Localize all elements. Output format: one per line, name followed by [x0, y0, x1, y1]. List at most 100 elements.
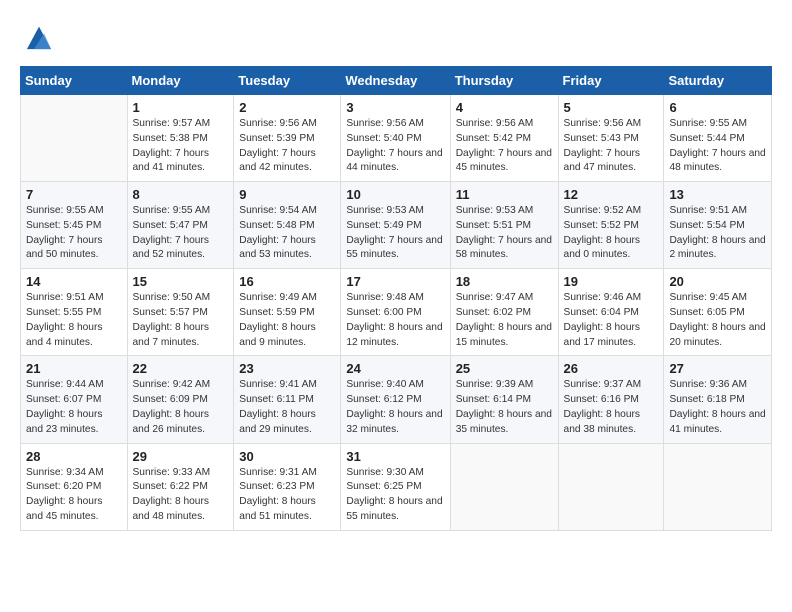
week-row-2: 7Sunrise: 9:55 AMSunset: 5:45 PMDaylight… — [21, 182, 772, 269]
day-cell: 26Sunrise: 9:37 AMSunset: 6:16 PMDayligh… — [558, 356, 664, 443]
day-cell: 12 Sunrise: 9:52 AMSunset: 5:52 PMDayligh… — [558, 182, 664, 269]
day-cell: 24Sunrise: 9:40 AMSunset: 6:12 PMDayligh… — [341, 356, 450, 443]
day-cell: 3Sunrise: 9:56 AMSunset: 5:40 PMDaylight… — [341, 95, 450, 182]
week-row-4: 21 Sunrise: 9:44 AMSunset: 6:07 PMDayligh… — [21, 356, 772, 443]
day-info: Sunrise: 9:45 AMSunset: 6:05 PMDaylight:… — [669, 291, 766, 350]
day-number: 18 — [456, 274, 553, 289]
day-cell — [558, 443, 664, 530]
day-cell: 11Sunrise: 9:53 AMSunset: 5:51 PMDayligh… — [450, 182, 558, 269]
header-cell-thursday: Thursday — [450, 67, 558, 95]
day-cell: 13Sunrise: 9:51 AMSunset: 5:54 PMDayligh… — [664, 182, 772, 269]
day-cell: 28 Sunrise: 9:34 AMSunset: 6:20 PMDayligh… — [21, 443, 128, 530]
day-cell: 25 Sunrise: 9:39 AMSunset: 6:14 PMDayligh… — [450, 356, 558, 443]
day-info: Sunrise: 9:53 AMSunset: 5:49 PMDaylight:… — [346, 204, 444, 263]
header — [20, 18, 772, 56]
day-info: Sunrise: 9:56 AMSunset: 5:40 PMDaylight:… — [346, 117, 444, 176]
day-info: Sunrise: 9:52 AMSunset: 5:52 PMDaylight:… — [564, 204, 659, 263]
week-row-1: 1 Sunrise: 9:57 AMSunset: 5:38 PMDaylight… — [21, 95, 772, 182]
day-number: 4 — [456, 100, 553, 115]
header-cell-tuesday: Tuesday — [234, 67, 341, 95]
header-cell-wednesday: Wednesday — [341, 67, 450, 95]
day-info: Sunrise: 9:46 AMSunset: 6:04 PMDaylight:… — [564, 291, 659, 350]
day-cell: 23 Sunrise: 9:41 AMSunset: 6:11 PMDayligh… — [234, 356, 341, 443]
day-cell: 22 Sunrise: 9:42 AMSunset: 6:09 PMDayligh… — [127, 356, 234, 443]
header-cell-friday: Friday — [558, 67, 664, 95]
day-number: 31 — [346, 449, 444, 464]
day-cell: 5 Sunrise: 9:56 AMSunset: 5:43 PMDaylight… — [558, 95, 664, 182]
day-number: 29 — [133, 449, 229, 464]
day-number: 23 — [239, 361, 335, 376]
day-number: 1 — [133, 100, 229, 115]
day-info: Sunrise: 9:42 AMSunset: 6:09 PMDaylight:… — [133, 378, 229, 437]
day-cell: 19 Sunrise: 9:46 AMSunset: 6:04 PMDayligh… — [558, 269, 664, 356]
day-number: 8 — [133, 187, 229, 202]
day-info: Sunrise: 9:33 AMSunset: 6:22 PMDaylight:… — [133, 466, 229, 525]
week-row-3: 14 Sunrise: 9:51 AMSunset: 5:55 PMDayligh… — [21, 269, 772, 356]
day-cell: 16 Sunrise: 9:49 AMSunset: 5:59 PMDayligh… — [234, 269, 341, 356]
logo — [20, 18, 64, 56]
day-number: 28 — [26, 449, 122, 464]
day-cell: 20 Sunrise: 9:45 AMSunset: 6:05 PMDayligh… — [664, 269, 772, 356]
day-info: Sunrise: 9:34 AMSunset: 6:20 PMDaylight:… — [26, 466, 122, 525]
day-number: 30 — [239, 449, 335, 464]
day-cell: 27 Sunrise: 9:36 AMSunset: 6:18 PMDayligh… — [664, 356, 772, 443]
calendar-table: SundayMondayTuesdayWednesdayThursdayFrid… — [20, 66, 772, 531]
day-info: Sunrise: 9:56 AMSunset: 5:39 PMDaylight:… — [239, 117, 335, 176]
day-number: 22 — [133, 361, 229, 376]
day-number: 15 — [133, 274, 229, 289]
header-cell-monday: Monday — [127, 67, 234, 95]
day-number: 27 — [669, 361, 766, 376]
day-info: Sunrise: 9:44 AMSunset: 6:07 PMDaylight:… — [26, 378, 122, 437]
day-cell: 30 Sunrise: 9:31 AMSunset: 6:23 PMDayligh… — [234, 443, 341, 530]
day-number: 14 — [26, 274, 122, 289]
page: SundayMondayTuesdayWednesdayThursdayFrid… — [0, 0, 792, 612]
day-number: 6 — [669, 100, 766, 115]
day-info: Sunrise: 9:50 AMSunset: 5:57 PMDaylight:… — [133, 291, 229, 350]
day-number: 2 — [239, 100, 335, 115]
day-cell: 2 Sunrise: 9:56 AMSunset: 5:39 PMDaylight… — [234, 95, 341, 182]
day-number: 12 — [564, 187, 659, 202]
day-cell: 31 Sunrise: 9:30 AMSunset: 6:25 PMDayligh… — [341, 443, 450, 530]
day-info: Sunrise: 9:56 AMSunset: 5:43 PMDaylight:… — [564, 117, 659, 176]
day-cell: 4 Sunrise: 9:56 AMSunset: 5:42 PMDaylight… — [450, 95, 558, 182]
day-cell: 18 Sunrise: 9:47 AMSunset: 6:02 PMDayligh… — [450, 269, 558, 356]
day-cell: 10 Sunrise: 9:53 AMSunset: 5:49 PMDayligh… — [341, 182, 450, 269]
day-number: 9 — [239, 187, 335, 202]
day-info: Sunrise: 9:57 AMSunset: 5:38 PMDaylight:… — [133, 117, 229, 176]
day-info: Sunrise: 9:49 AMSunset: 5:59 PMDaylight:… — [239, 291, 335, 350]
day-cell: 14 Sunrise: 9:51 AMSunset: 5:55 PMDayligh… — [21, 269, 128, 356]
day-info: Sunrise: 9:53 AMSunset: 5:51 PMDaylight:… — [456, 204, 553, 263]
day-number: 10 — [346, 187, 444, 202]
day-cell: 21 Sunrise: 9:44 AMSunset: 6:07 PMDayligh… — [21, 356, 128, 443]
day-info: Sunrise: 9:30 AMSunset: 6:25 PMDaylight:… — [346, 466, 444, 525]
day-number: 17 — [346, 274, 444, 289]
day-info: Sunrise: 9:31 AMSunset: 6:23 PMDaylight:… — [239, 466, 335, 525]
day-info: Sunrise: 9:36 AMSunset: 6:18 PMDaylight:… — [669, 378, 766, 437]
day-info: Sunrise: 9:47 AMSunset: 6:02 PMDaylight:… — [456, 291, 553, 350]
day-number: 25 — [456, 361, 553, 376]
logo-icon — [20, 18, 58, 56]
day-info: Sunrise: 9:56 AMSunset: 5:42 PMDaylight:… — [456, 117, 553, 176]
day-cell: 7Sunrise: 9:55 AMSunset: 5:45 PMDaylight… — [21, 182, 128, 269]
header-row: SundayMondayTuesdayWednesdayThursdayFrid… — [21, 67, 772, 95]
day-number: 5 — [564, 100, 659, 115]
day-cell: 17Sunrise: 9:48 AMSunset: 6:00 PMDayligh… — [341, 269, 450, 356]
day-info: Sunrise: 9:41 AMSunset: 6:11 PMDaylight:… — [239, 378, 335, 437]
day-cell — [21, 95, 128, 182]
day-cell: 1 Sunrise: 9:57 AMSunset: 5:38 PMDaylight… — [127, 95, 234, 182]
day-info: Sunrise: 9:39 AMSunset: 6:14 PMDaylight:… — [456, 378, 553, 437]
day-cell: 15 Sunrise: 9:50 AMSunset: 5:57 PMDayligh… — [127, 269, 234, 356]
day-info: Sunrise: 9:51 AMSunset: 5:55 PMDaylight:… — [26, 291, 122, 350]
day-number: 20 — [669, 274, 766, 289]
day-cell: 29 Sunrise: 9:33 AMSunset: 6:22 PMDayligh… — [127, 443, 234, 530]
day-number: 21 — [26, 361, 122, 376]
day-info: Sunrise: 9:40 AMSunset: 6:12 PMDaylight:… — [346, 378, 444, 437]
day-info: Sunrise: 9:55 AMSunset: 5:45 PMDaylight:… — [26, 204, 122, 263]
day-info: Sunrise: 9:37 AMSunset: 6:16 PMDaylight:… — [564, 378, 659, 437]
day-number: 19 — [564, 274, 659, 289]
day-cell: 8Sunrise: 9:55 AMSunset: 5:47 PMDaylight… — [127, 182, 234, 269]
header-cell-saturday: Saturday — [664, 67, 772, 95]
day-number: 16 — [239, 274, 335, 289]
day-cell: 6Sunrise: 9:55 AMSunset: 5:44 PMDaylight… — [664, 95, 772, 182]
day-info: Sunrise: 9:54 AMSunset: 5:48 PMDaylight:… — [239, 204, 335, 263]
